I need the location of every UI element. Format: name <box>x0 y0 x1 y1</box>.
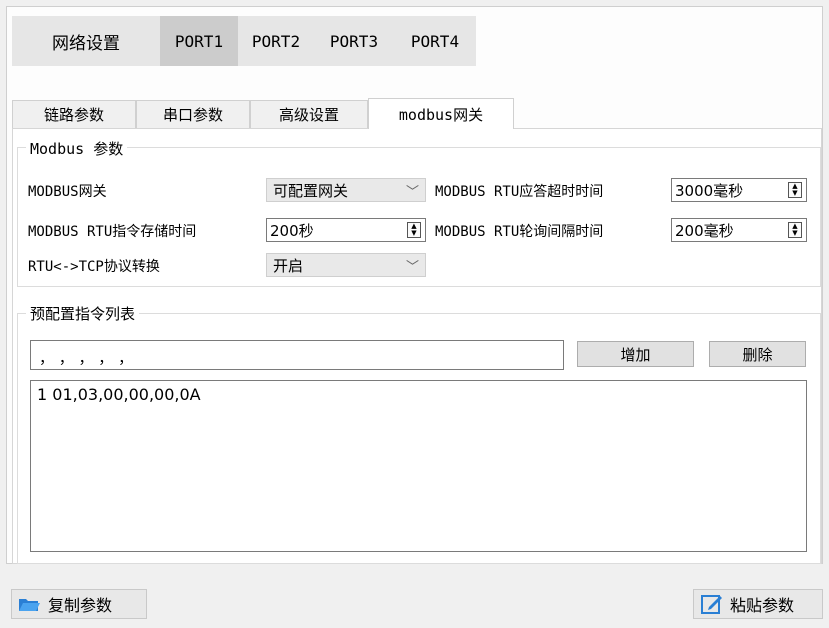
spin-arrows-icon[interactable]: ▲ ▼ <box>788 222 802 238</box>
chevron-down-icon: ﹀ <box>405 185 419 200</box>
storage-value: 200秒 <box>270 221 314 240</box>
timeout-spinbox[interactable]: 3000毫秒 ▲ ▼ <box>671 178 807 202</box>
protocol-label: RTU<->TCP协议转换 <box>28 259 160 275</box>
gateway-label: MODBUS网关 <box>28 184 107 200</box>
storage-label: MODBUS RTU指令存储时间 <box>28 224 197 240</box>
interval-label: MODBUS RTU轮询间隔时间 <box>435 224 604 240</box>
tab-advanced-settings[interactable]: 高级设置 <box>250 100 368 128</box>
paste-params-button[interactable]: 粘贴参数 <box>693 589 823 619</box>
gateway-value: 可配置网关 <box>273 181 349 200</box>
spin-arrows-icon[interactable]: ▲ ▼ <box>407 222 421 238</box>
protocol-select[interactable]: 开启 ﹀ <box>266 253 426 277</box>
folder-icon <box>18 596 40 612</box>
preconfig-title: 预配置指令列表 <box>26 303 140 324</box>
protocol-value: 开启 <box>273 256 304 275</box>
chevron-down-icon: ﹀ <box>405 260 419 275</box>
list-item[interactable]: 1 01,03,00,00,00,0A <box>37 385 800 404</box>
paste-params-label: 粘贴参数 <box>730 596 795 615</box>
gateway-select[interactable]: 可配置网关 ﹀ <box>266 178 426 202</box>
timeout-value: 3000毫秒 <box>675 181 744 200</box>
spin-arrows-icon[interactable]: ▲ ▼ <box>788 182 802 198</box>
interval-spinbox[interactable]: 200毫秒 ▲ ▼ <box>671 218 807 242</box>
command-input[interactable]: ， ， ， ， ， <box>30 340 564 370</box>
delete-button[interactable]: 删除 <box>709 341 806 367</box>
tab-port4[interactable]: PORT4 <box>394 16 476 66</box>
tab-port3[interactable]: PORT3 <box>314 16 394 66</box>
tab-link-params[interactable]: 链路参数 <box>12 100 136 128</box>
tab-modbus-gateway[interactable]: modbus网关 <box>368 98 514 129</box>
tab-network-settings[interactable]: 网络设置 <box>12 16 160 66</box>
storage-spinbox[interactable]: 200秒 ▲ ▼ <box>266 218 426 242</box>
timeout-label: MODBUS RTU应答超时时间 <box>435 184 604 200</box>
copy-params-button[interactable]: 复制参数 <box>11 589 147 619</box>
tab-port1[interactable]: PORT1 <box>160 16 238 66</box>
modbus-params-title: Modbus 参数 <box>26 138 128 159</box>
add-button[interactable]: 增加 <box>577 341 694 367</box>
tab-serial-params[interactable]: 串口参数 <box>136 100 250 128</box>
copy-params-label: 复制参数 <box>48 596 113 615</box>
tab-port2[interactable]: PORT2 <box>238 16 314 66</box>
command-list[interactable]: 1 01,03,00,00,00,0A <box>30 380 807 552</box>
edit-icon <box>700 592 724 616</box>
interval-value: 200毫秒 <box>675 221 734 240</box>
